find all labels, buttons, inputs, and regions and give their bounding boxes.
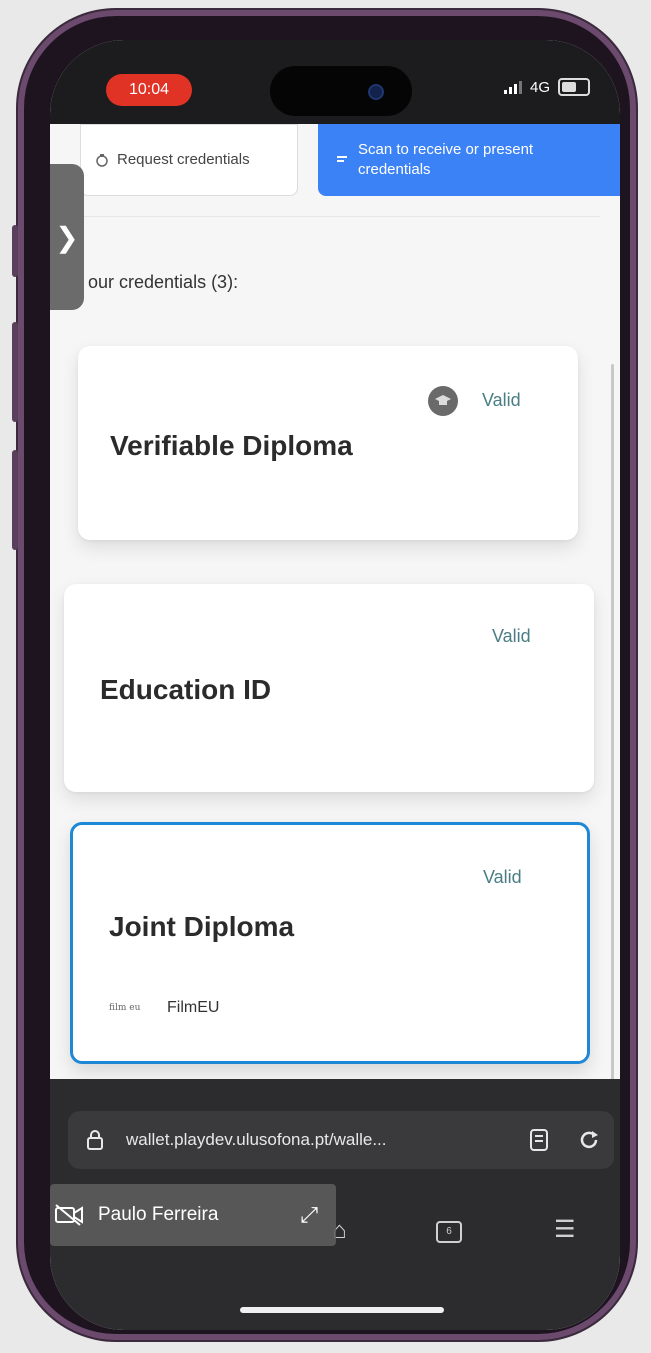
scan-credentials-button[interactable]: Scan to receive or present credentials <box>318 124 620 196</box>
issuer: film eu FilmEU <box>109 999 219 1017</box>
status-bar: 10:04 4G <box>50 40 620 124</box>
battery-icon <box>558 78 590 96</box>
dynamic-island <box>270 66 412 116</box>
tabs-icon[interactable]: 6 <box>436 1221 462 1243</box>
status-time: 10:04 <box>106 74 192 106</box>
url-text: wallet.playdev.ulusofona.pt/walle... <box>126 1130 387 1149</box>
credential-card-joint-diploma[interactable]: Valid Joint Diploma film eu FilmEU <box>70 822 590 1064</box>
camera-off-icon[interactable] <box>54 1203 84 1227</box>
graduation-cap-icon <box>428 386 458 416</box>
credential-card-education-id[interactable]: Valid Education ID <box>64 584 594 792</box>
issuer-name: FilmEU <box>167 999 220 1016</box>
issuer-logo: film eu <box>109 1003 141 1013</box>
scan-credentials-label: Scan to receive or present credentials <box>358 141 534 178</box>
network-label: 4G <box>529 78 550 96</box>
menu-icon[interactable]: ☰ <box>554 1215 576 1244</box>
mute-switch <box>12 225 18 277</box>
camera-icon <box>368 84 384 100</box>
scan-icon <box>337 156 347 162</box>
request-credentials-label: Request credentials <box>117 151 250 168</box>
credential-title: Education ID <box>100 674 272 705</box>
lock-icon <box>87 1130 103 1150</box>
phone-frame: 10:04 4G Request credentials Scan to rec… <box>18 10 636 1340</box>
address-bar[interactable]: wallet.playdev.ulusofona.pt/walle... <box>68 1111 614 1169</box>
divider <box>80 216 600 217</box>
video-call-overlay[interactable]: Paulo Ferreira ⤢ <box>50 1184 336 1246</box>
scrollbar[interactable] <box>611 364 614 1079</box>
request-credentials-button[interactable]: Request credentials <box>80 124 298 196</box>
reader-mode-icon[interactable] <box>530 1129 548 1151</box>
credential-status: Valid <box>482 390 521 410</box>
credential-card-verifiable-diploma[interactable]: Valid Verifiable Diploma <box>78 346 578 540</box>
credential-title: Verifiable Diploma <box>110 430 353 461</box>
credential-status: Valid <box>492 626 531 646</box>
reload-icon[interactable] <box>578 1129 600 1151</box>
expand-icon[interactable]: ⤢ <box>300 1202 318 1228</box>
phone-screen: 10:04 4G Request credentials Scan to rec… <box>50 40 620 1330</box>
volume-down-button <box>12 450 18 550</box>
credential-actions: Request credentials Scan to receive or p… <box>80 124 620 204</box>
participant-name: Paulo Ferreira <box>98 1204 219 1225</box>
chevron-right-icon: ❯ <box>55 221 79 253</box>
credentials-heading: our credentials (3): <box>88 272 239 292</box>
status-indicators: 4G <box>503 78 590 96</box>
request-icon <box>96 154 108 167</box>
sidebar-toggle-button[interactable]: ❯ <box>50 164 84 310</box>
volume-up-button <box>12 322 18 422</box>
signal-icon <box>503 80 522 94</box>
credential-title: Joint Diploma <box>109 911 295 942</box>
home-indicator <box>240 1307 444 1313</box>
wallet-page: Request credentials Scan to receive or p… <box>50 124 620 1079</box>
credential-status: Valid <box>483 867 522 887</box>
